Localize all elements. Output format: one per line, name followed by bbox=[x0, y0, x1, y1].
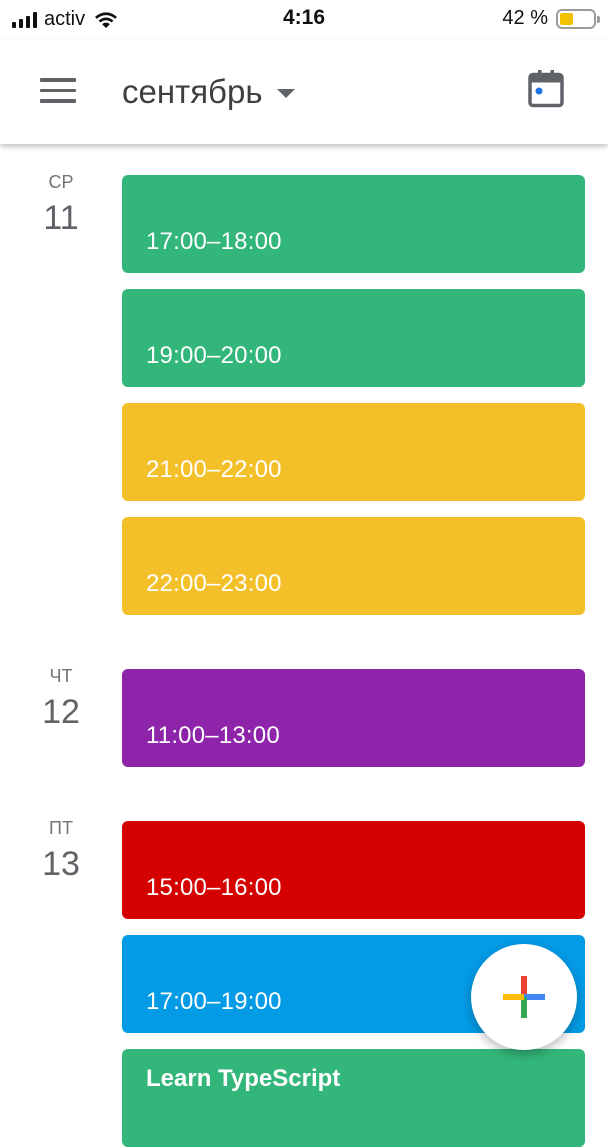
event-time: 11:00–13:00 bbox=[146, 722, 280, 749]
hamburger-menu-icon[interactable] bbox=[40, 78, 80, 108]
day-label-12: ЧТ 12 bbox=[27, 666, 95, 732]
event-time: 15:00–16:00 bbox=[146, 874, 282, 901]
event-card[interactable]: Learn TypeScript bbox=[122, 1049, 585, 1147]
month-title: сентябрь bbox=[122, 73, 263, 110]
day-label-11: СР 11 bbox=[27, 172, 95, 238]
date-number: 13 bbox=[42, 845, 80, 883]
battery-icon bbox=[556, 8, 600, 29]
battery-fill bbox=[560, 12, 574, 25]
event-card[interactable]: 22:00–23:00 bbox=[122, 517, 585, 615]
event-card[interactable]: 17:00–18:00 bbox=[122, 175, 585, 273]
add-event-plus-icon bbox=[503, 976, 545, 1018]
event-time: 21:00–22:00 bbox=[146, 456, 282, 483]
app-header: сентябрь bbox=[0, 40, 608, 144]
event-time: 17:00–18:00 bbox=[146, 228, 282, 255]
status-bar: activ 4:16 42 % bbox=[0, 0, 608, 40]
event-card[interactable]: 21:00–22:00 bbox=[122, 403, 585, 501]
event-time: 19:00–20:00 bbox=[146, 342, 282, 369]
event-card[interactable]: 19:00–20:00 bbox=[122, 289, 585, 387]
weekday: ПТ bbox=[49, 818, 73, 838]
calendar-today-icon[interactable] bbox=[528, 70, 564, 108]
event-time: 17:00–19:00 bbox=[146, 988, 282, 1015]
event-card[interactable]: 15:00–16:00 bbox=[122, 821, 585, 919]
event-card[interactable]: 11:00–13:00 bbox=[122, 669, 585, 767]
battery-percent: 42 % bbox=[502, 7, 548, 29]
month-selector[interactable]: сентябрь bbox=[122, 73, 295, 111]
event-title: Learn TypeScript bbox=[146, 1065, 341, 1092]
weekday: ЧТ bbox=[49, 666, 73, 686]
caret-down-icon bbox=[276, 89, 295, 98]
day-label-13: ПТ 13 bbox=[27, 818, 95, 884]
add-event-button[interactable] bbox=[471, 944, 577, 1050]
weekday: СР bbox=[48, 172, 74, 192]
date-number: 11 bbox=[43, 199, 79, 237]
status-right: 42 % bbox=[502, 7, 600, 30]
date-number: 12 bbox=[42, 693, 80, 731]
event-time: 22:00–23:00 bbox=[146, 570, 282, 597]
